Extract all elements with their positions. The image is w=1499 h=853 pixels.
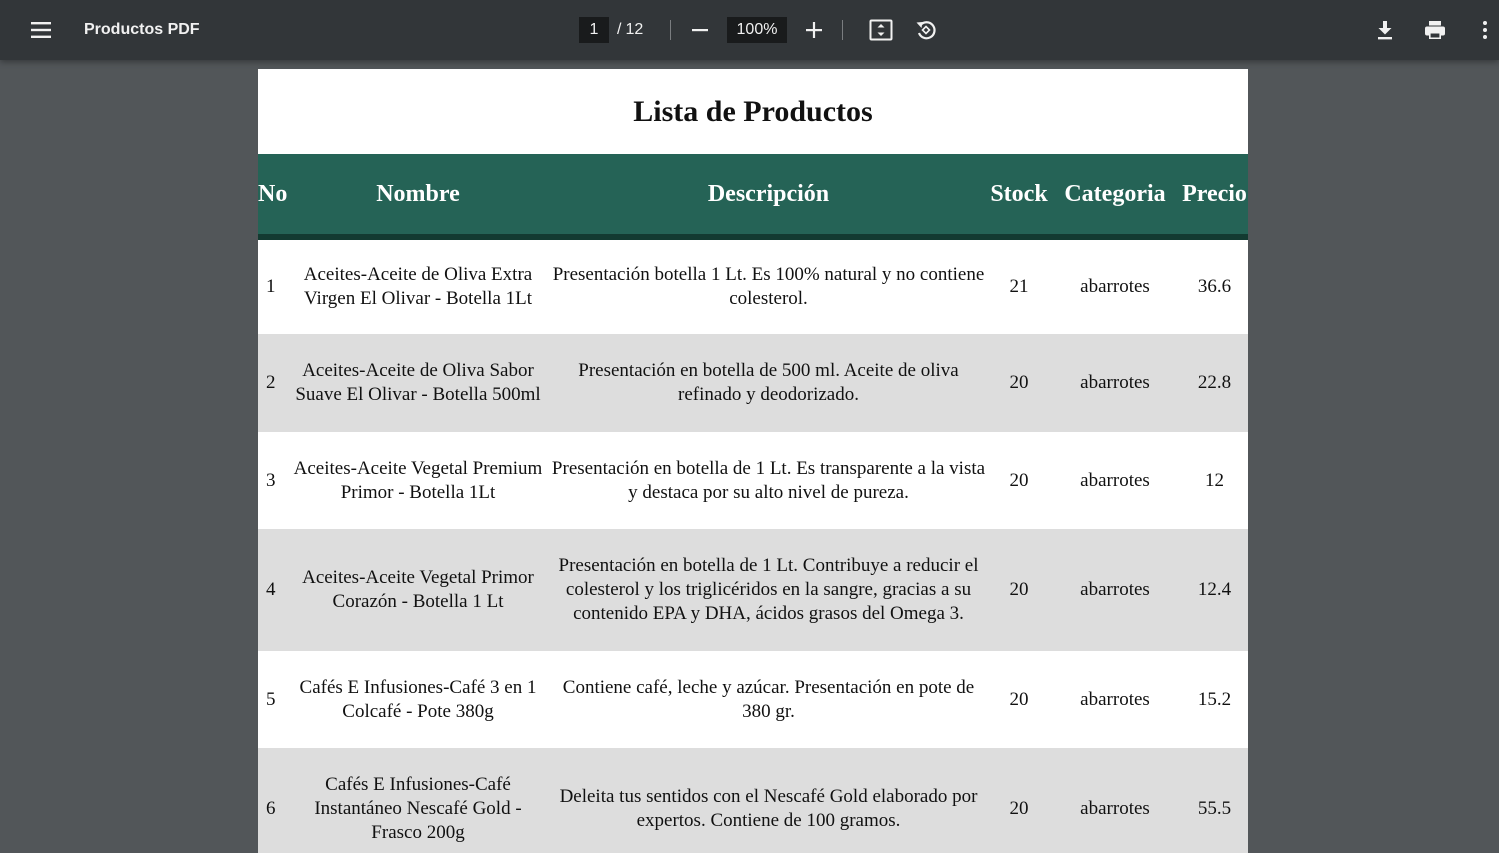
cell-stock: 20 — [989, 529, 1049, 651]
print-icon[interactable] — [1417, 12, 1453, 48]
cell-nombre: Cafés E Infusiones-Café 3 en 1 Colcafé -… — [299, 676, 537, 722]
cell-stock: 20 — [989, 334, 1049, 432]
rotate-icon[interactable] — [908, 12, 944, 48]
table-row: 3 Aceites-Aceite Vegetal Premium Primor … — [258, 432, 1248, 529]
table-row: 4 Aceites-Aceite Vegetal Primor Corazón … — [258, 529, 1248, 651]
download-icon[interactable] — [1367, 12, 1403, 48]
cell-categoria: abarrotes — [1049, 334, 1181, 432]
cell-no: 5 — [266, 688, 276, 710]
cell-nombre: Aceites-Aceite de Oliva Extra Virgen El … — [303, 264, 533, 309]
cell-stock: 21 — [1009, 276, 1029, 297]
cell-categoria: abarrotes — [1080, 276, 1150, 297]
cell-descripcion: Presentación en botella de 500 ml. Aceit… — [548, 334, 989, 432]
column-header-no: No — [258, 154, 288, 240]
cell-nombre: Aceites-Aceite de Oliva Sabor Suave El O… — [288, 334, 548, 432]
cell-categoria: abarrotes — [1080, 469, 1150, 491]
table-header-row: No Nombre Descripción Stock Categoria Pr… — [258, 154, 1248, 240]
cell-categoria: abarrotes — [1049, 529, 1181, 651]
pdf-toolbar: Productos PDF 1 / 12 100% — [0, 0, 1499, 60]
cell-categoria: abarrotes — [1049, 748, 1181, 853]
page-separator: / — [617, 21, 622, 38]
plus-icon[interactable] — [796, 12, 832, 48]
cell-no: 3 — [266, 469, 276, 491]
cell-nombre: Cafés E Infusiones-Café Instantáneo Nesc… — [288, 748, 548, 853]
pdf-page: Lista de Productos No Nombre Descripción… — [258, 69, 1248, 853]
cell-precio: 36.6 — [1197, 276, 1232, 297]
document-title: Productos PDF — [84, 21, 200, 38]
cell-no: 1 — [266, 276, 276, 297]
more-vert-icon[interactable] — [1467, 12, 1499, 48]
cell-nombre: Aceites-Aceite Vegetal Premium Primor - … — [293, 457, 543, 503]
cell-nombre: Aceites-Aceite Vegetal Primor Corazón - … — [288, 529, 548, 651]
cell-stock: 20 — [989, 748, 1049, 853]
menu-icon[interactable] — [23, 12, 59, 48]
column-header-stock: Stock — [989, 154, 1049, 240]
cell-stock: 20 — [1009, 469, 1029, 491]
cell-no: 2 — [258, 334, 288, 432]
minus-icon[interactable] — [682, 12, 718, 48]
cell-no: 4 — [258, 529, 288, 651]
total-pages: 12 — [625, 21, 644, 38]
cell-descripcion: Contiene café, leche y azúcar. Presentac… — [562, 676, 975, 722]
cell-categoria: abarrotes — [1080, 688, 1150, 710]
cell-precio: 55.5 — [1181, 748, 1248, 853]
current-page-input[interactable]: 1 — [579, 17, 609, 43]
cell-no: 6 — [258, 748, 288, 853]
toolbar-divider — [670, 20, 671, 40]
column-header-precio: Precio — [1181, 154, 1248, 240]
cell-descripcion: Presentación botella 1 Lt. Es 100% natur… — [552, 264, 985, 309]
cell-stock: 20 — [1009, 688, 1029, 710]
fit-to-page-icon[interactable] — [863, 12, 899, 48]
cell-precio: 15.2 — [1197, 688, 1232, 710]
cell-precio: 12.4 — [1181, 529, 1248, 651]
table-row: 2 Aceites-Aceite de Oliva Sabor Suave El… — [258, 334, 1248, 432]
toolbar-divider — [842, 20, 843, 40]
column-header-nombre: Nombre — [288, 154, 548, 240]
table-row: 1 Aceites-Aceite de Oliva Extra Virgen E… — [258, 237, 1248, 334]
cell-descripcion: Deleita tus sentidos con el Nescafé Gold… — [548, 748, 989, 853]
zoom-level-input[interactable]: 100% — [727, 17, 787, 43]
cell-descripcion: Presentación en botella de 1 Lt. Es tran… — [551, 457, 986, 503]
column-header-descripcion: Descripción — [548, 154, 989, 240]
cell-precio: 12 — [1205, 469, 1224, 491]
products-table: No Nombre Descripción Stock Categoria Pr… — [258, 154, 1248, 853]
page-heading: Lista de Productos — [633, 95, 873, 128]
table-row: 6 Cafés E Infusiones-Café Instantáneo Ne… — [258, 748, 1248, 853]
cell-precio: 22.8 — [1181, 334, 1248, 432]
cell-descripcion: Presentación en botella de 1 Lt. Contrib… — [548, 529, 989, 651]
table-row: 5 Cafés E Infusiones-Café 3 en 1 Colcafé… — [258, 651, 1248, 748]
column-header-categoria: Categoria — [1049, 154, 1181, 240]
